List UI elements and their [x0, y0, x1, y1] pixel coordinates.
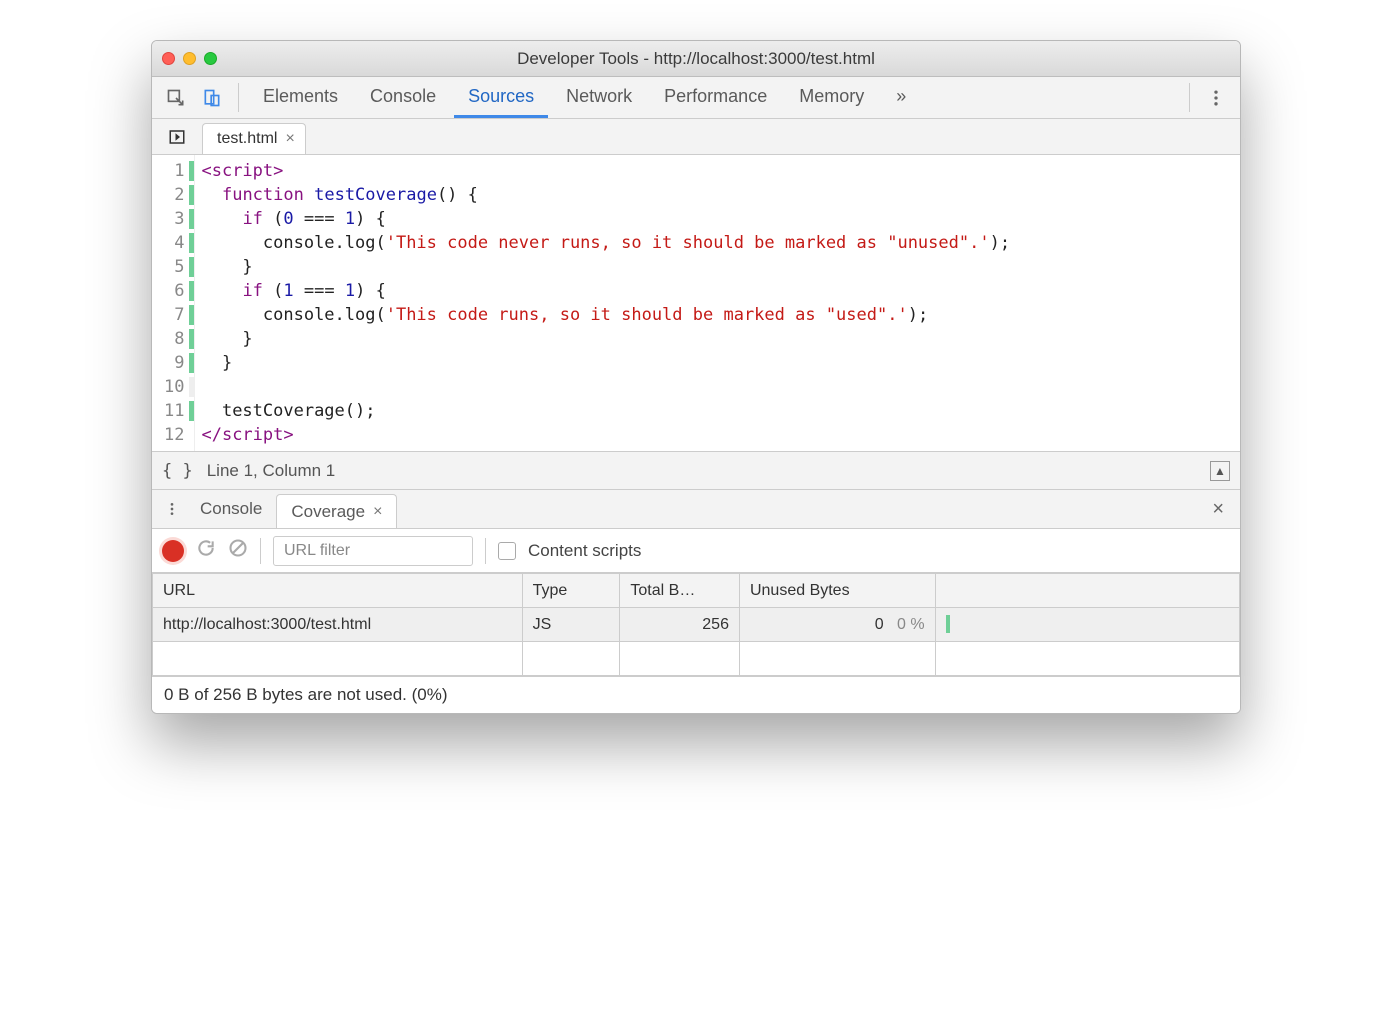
file-tab-test-html[interactable]: test.html × — [202, 123, 306, 154]
coverage-marker — [189, 209, 194, 229]
minimize-window-button[interactable] — [183, 52, 196, 65]
line-number: 12 — [152, 423, 194, 447]
tab-elements[interactable]: Elements — [249, 77, 352, 118]
code-line: testCoverage(); — [201, 399, 1240, 423]
drawer-tab-coverage[interactable]: Coverage × — [276, 494, 397, 528]
editor-statusbar: { } Line 1, Column 1 ▲ — [152, 451, 1240, 489]
code-area[interactable]: <script> function testCoverage() { if (0… — [195, 155, 1240, 451]
devtools-window: Developer Tools - http://localhost:3000/… — [151, 40, 1241, 714]
device-toolbar-icon[interactable] — [196, 77, 228, 118]
table-header-row: URL Type Total B… Unused Bytes — [153, 574, 1240, 608]
divider — [238, 83, 239, 112]
coverage-table: URL Type Total B… Unused Bytes http://lo… — [152, 573, 1240, 676]
code-line: if (0 === 1) { — [201, 207, 1240, 231]
cursor-position: Line 1, Column 1 — [207, 461, 336, 481]
drawer-close-icon[interactable]: × — [1202, 490, 1234, 528]
coverage-toolbar: Content scripts — [152, 529, 1240, 573]
line-number: 10 — [152, 375, 194, 399]
close-icon[interactable]: × — [285, 130, 294, 148]
table-row — [153, 642, 1240, 676]
coverage-marker — [189, 329, 194, 349]
code-line: } — [201, 351, 1240, 375]
coverage-marker — [189, 281, 194, 301]
clear-icon[interactable] — [228, 538, 248, 563]
close-window-button[interactable] — [162, 52, 175, 65]
table-row[interactable]: http://localhost:3000/test.html JS 256 0… — [153, 608, 1240, 642]
more-options-icon[interactable] — [1200, 77, 1232, 118]
code-line: </script> — [201, 423, 1240, 447]
code-line: console.log('This code runs, so it shoul… — [201, 303, 1240, 327]
tab-network[interactable]: Network — [552, 77, 646, 118]
tab-sources[interactable]: Sources — [454, 77, 548, 118]
window-title: Developer Tools - http://localhost:3000/… — [152, 49, 1240, 69]
cell-total: 256 — [620, 608, 740, 642]
code-line: } — [201, 255, 1240, 279]
titlebar: Developer Tools - http://localhost:3000/… — [152, 41, 1240, 77]
line-number: 2 — [152, 183, 194, 207]
cell-url: http://localhost:3000/test.html — [153, 608, 523, 642]
content-scripts-label: Content scripts — [528, 541, 641, 561]
coverage-bar-icon — [946, 615, 950, 633]
drawer-tab-label: Coverage — [291, 502, 365, 522]
coverage-marker — [189, 233, 194, 253]
divider — [1189, 83, 1190, 112]
code-line — [201, 375, 1240, 399]
col-total[interactable]: Total B… — [620, 574, 740, 608]
code-line: function testCoverage() { — [201, 183, 1240, 207]
divider — [260, 538, 261, 564]
content-scripts-checkbox[interactable] — [498, 542, 516, 560]
tab-memory[interactable]: Memory — [785, 77, 878, 118]
url-filter-input[interactable] — [273, 536, 473, 566]
col-bar — [935, 574, 1239, 608]
coverage-marker — [189, 257, 194, 277]
line-number: 8 — [152, 327, 194, 351]
line-gutter: 123456789101112 — [152, 155, 195, 451]
col-url[interactable]: URL — [153, 574, 523, 608]
line-number: 1 — [152, 159, 194, 183]
line-number: 6 — [152, 279, 194, 303]
record-button[interactable] — [162, 540, 184, 562]
cell-bar — [935, 608, 1239, 642]
coverage-marker — [189, 401, 194, 421]
cell-unused: 0 0 % — [739, 608, 935, 642]
file-tab-label: test.html — [217, 130, 277, 148]
inspect-element-icon[interactable] — [160, 77, 192, 118]
cell-type: JS — [522, 608, 620, 642]
tab-overflow[interactable]: » — [882, 77, 920, 118]
line-number: 4 — [152, 231, 194, 255]
line-number: 9 — [152, 351, 194, 375]
source-editor[interactable]: 123456789101112 <script> function testCo… — [152, 155, 1240, 451]
line-number: 3 — [152, 207, 194, 231]
expand-icon[interactable]: ▲ — [1210, 461, 1230, 481]
line-number: 11 — [152, 399, 194, 423]
col-type[interactable]: Type — [522, 574, 620, 608]
file-tabs: test.html × — [152, 119, 1240, 155]
reload-icon[interactable] — [196, 538, 216, 563]
coverage-marker — [189, 353, 194, 373]
code-line: <script> — [201, 159, 1240, 183]
line-number: 5 — [152, 255, 194, 279]
zoom-window-button[interactable] — [204, 52, 217, 65]
col-unused[interactable]: Unused Bytes — [739, 574, 935, 608]
panel-tabs: Elements Console Sources Network Perform… — [152, 77, 1240, 119]
coverage-marker — [189, 305, 194, 325]
coverage-marker — [189, 161, 194, 181]
coverage-marker — [189, 185, 194, 205]
drawer-more-icon[interactable] — [158, 490, 186, 528]
coverage-marker — [189, 377, 194, 397]
tab-console[interactable]: Console — [356, 77, 450, 118]
line-number: 7 — [152, 303, 194, 327]
traffic-lights — [162, 52, 217, 65]
tab-performance[interactable]: Performance — [650, 77, 781, 118]
code-line: console.log('This code never runs, so it… — [201, 231, 1240, 255]
code-line: } — [201, 327, 1240, 351]
code-line: if (1 === 1) { — [201, 279, 1240, 303]
close-icon[interactable]: × — [373, 503, 382, 521]
coverage-summary: 0 B of 256 B bytes are not used. (0%) — [152, 676, 1240, 713]
pretty-print-icon[interactable]: { } — [162, 461, 193, 481]
drawer-tabs: Console Coverage × × — [152, 489, 1240, 529]
divider — [485, 538, 486, 564]
drawer-tab-console[interactable]: Console — [186, 490, 276, 528]
navigator-toggle-icon[interactable] — [158, 119, 196, 154]
